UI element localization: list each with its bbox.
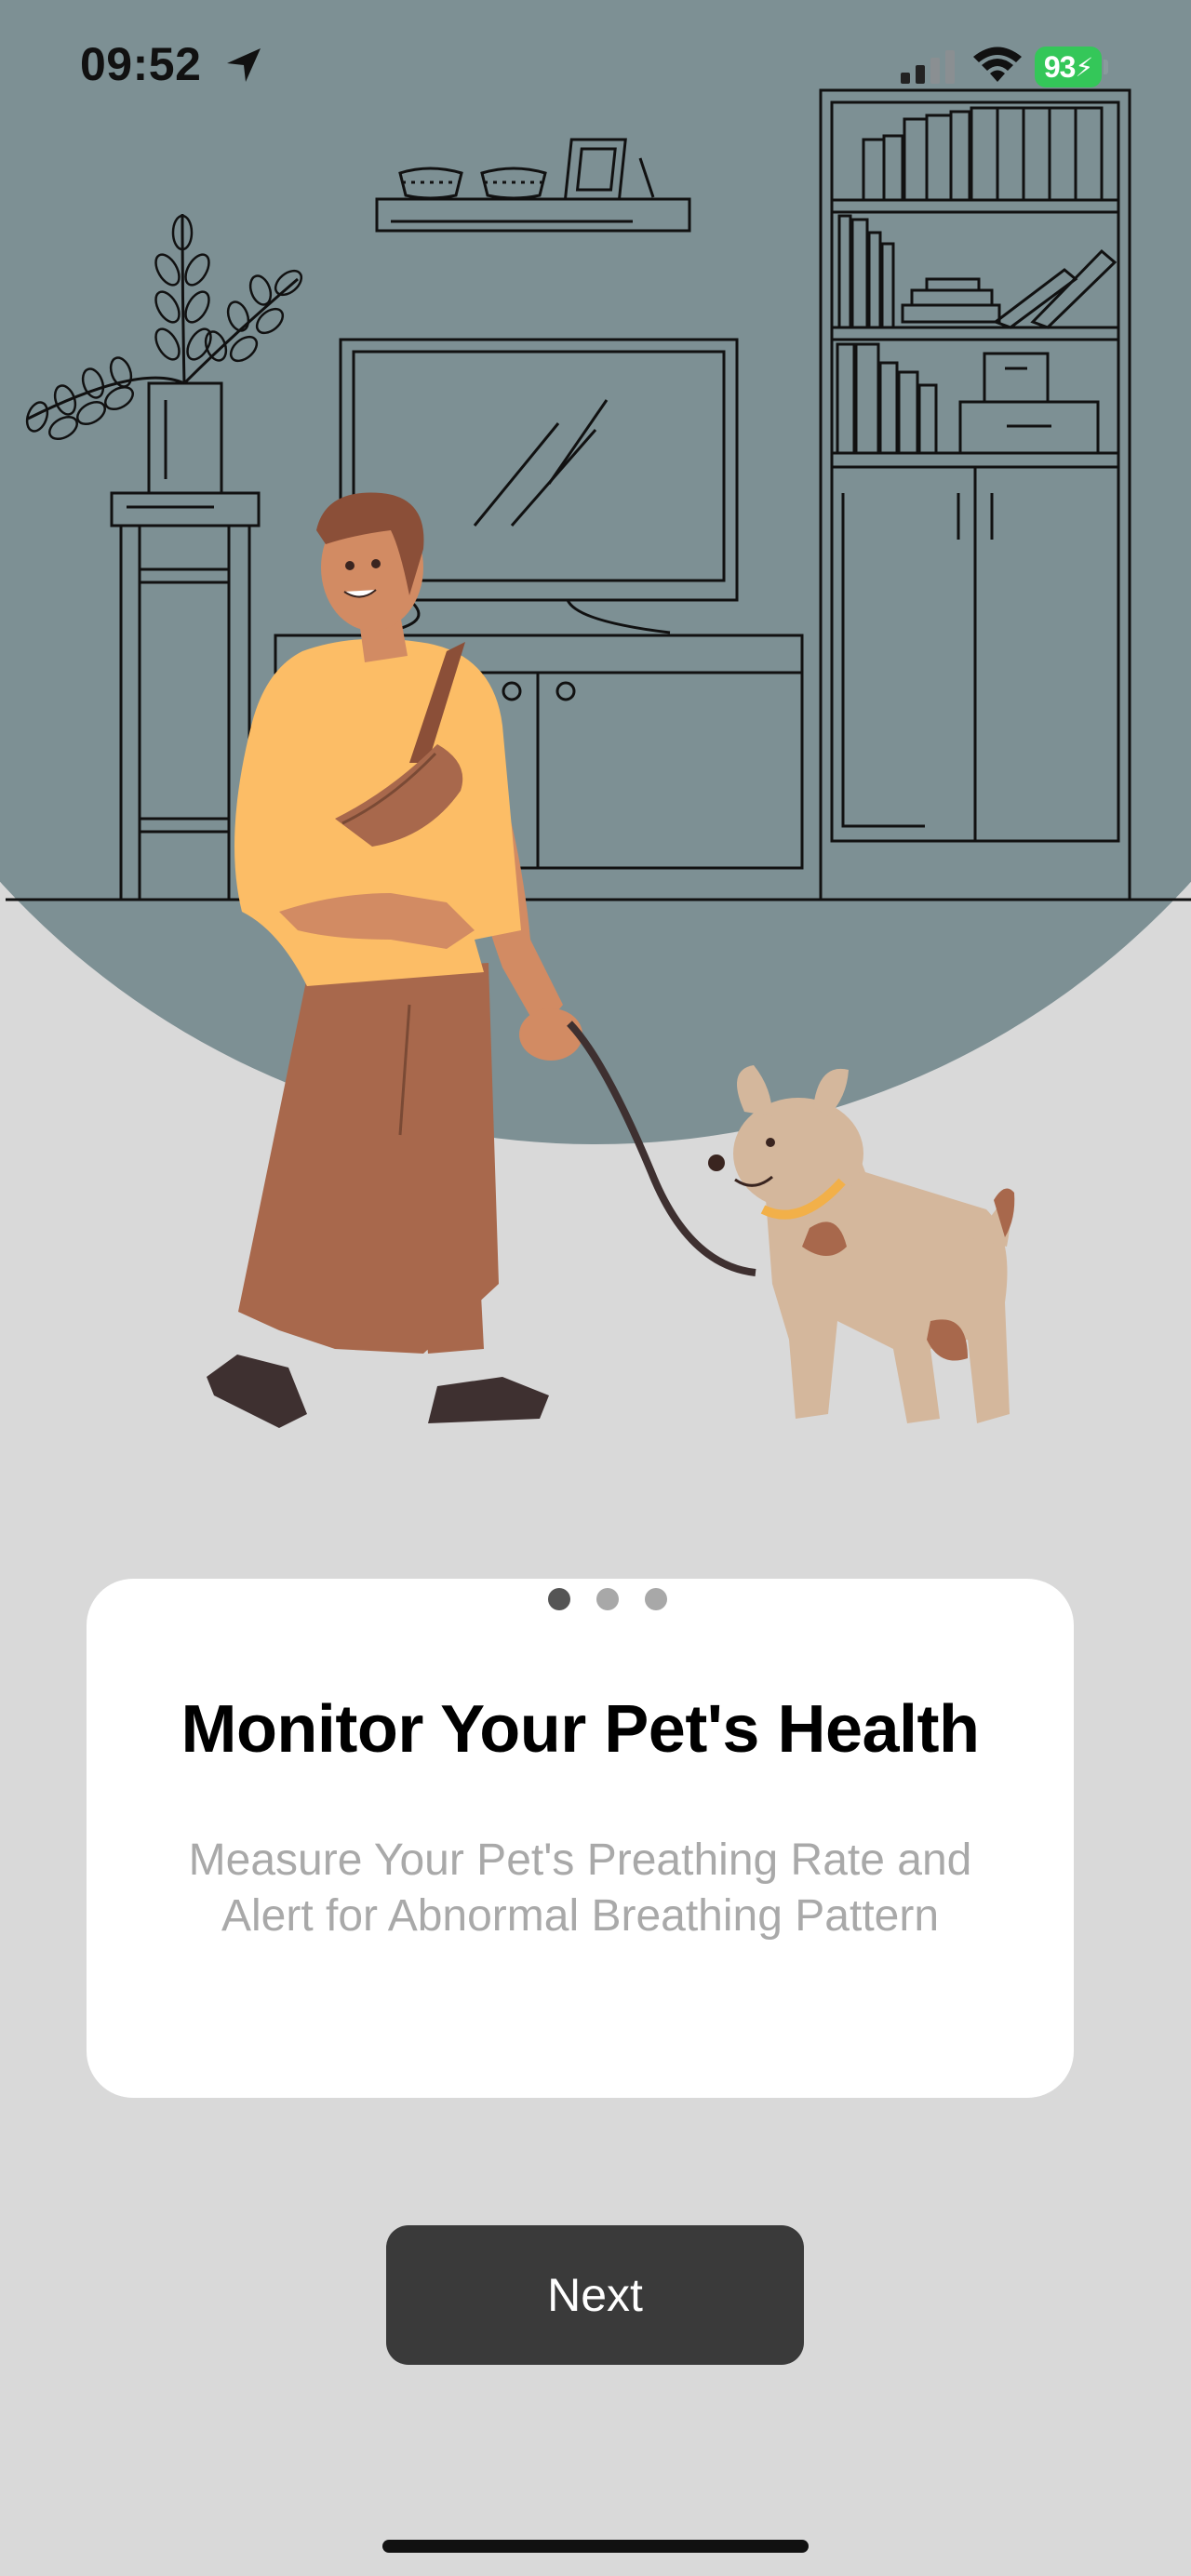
battery-charging-icon: 93 ⚡ [1035, 47, 1108, 87]
page-dot-2[interactable] [596, 1588, 619, 1610]
onboarding-subtitle: Measure Your Pet's Preathing Rate and Al… [142, 1833, 1018, 1944]
onboarding-title: Monitor Your Pet's Health [181, 1692, 980, 1767]
subtitle-line-2: Alert for Abnormal Breathing Pattern [221, 1891, 940, 1941]
page-dot-1[interactable] [548, 1588, 570, 1610]
battery-level-text: 93 [1043, 49, 1077, 84]
battery-level: 93 ⚡ [1035, 47, 1102, 87]
subtitle-line-1: Measure Your Pet's Preathing Rate and [188, 1835, 972, 1885]
location-arrow-icon [227, 48, 261, 82]
page-indicator [0, 1588, 1191, 1614]
person-walking-dog-illustration [0, 0, 1191, 1428]
next-button[interactable]: Next [386, 2225, 804, 2365]
status-time: 09:52 [80, 38, 202, 90]
status-bar: 09:52 93 ⚡ [0, 0, 1191, 140]
home-indicator[interactable] [382, 2540, 809, 2553]
charging-bolt-icon: ⚡ [1075, 52, 1093, 82]
cellular-signal-icon [901, 50, 955, 84]
page-dot-3[interactable] [645, 1588, 667, 1610]
battery-cap [1104, 60, 1108, 74]
wifi-icon [973, 47, 1022, 82]
